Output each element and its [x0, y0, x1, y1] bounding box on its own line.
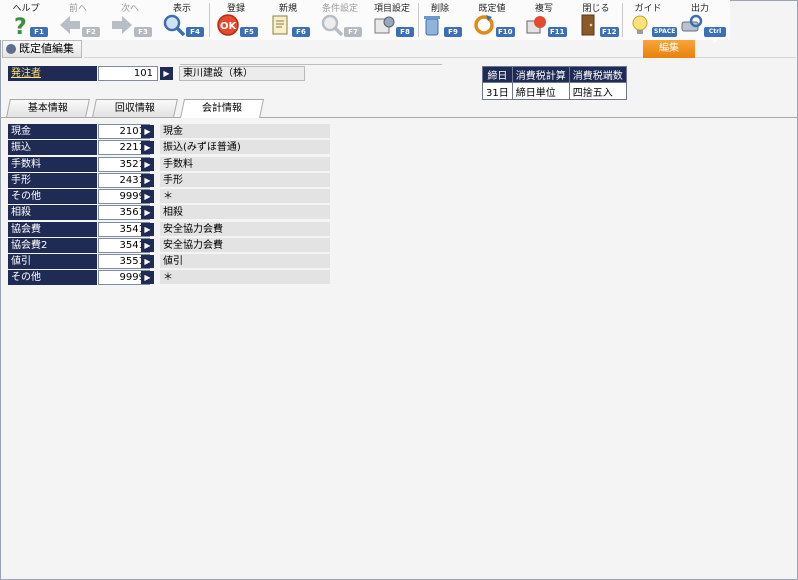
edit-mode-badge[interactable]: 編集 [643, 40, 695, 58]
view-fkey: F4 [186, 27, 204, 37]
svg-text:OK: OK [220, 21, 238, 32]
account-label: 現金 [8, 124, 97, 139]
close-button[interactable]: 閉じる F12 [570, 0, 622, 40]
register-fkey: F5 [240, 27, 258, 37]
magnifier-icon [163, 14, 186, 37]
tab-collection-info-label: 回収情報 [114, 103, 155, 114]
default-button[interactable]: 既定値 F10 [466, 0, 518, 40]
lightbulb-icon [632, 15, 648, 34]
account-label: 値引 [8, 254, 97, 270]
output-button[interactable]: 出力 Ctrl P [674, 0, 726, 45]
page-title-button[interactable]: 既定値編集 [2, 40, 82, 58]
account-lookup-button[interactable]: ▶ [141, 222, 154, 236]
register-button[interactable]: 登録 OK F5 [210, 0, 262, 40]
supplier-name: 東川建設（株） [179, 66, 305, 81]
guide-button[interactable]: ガイド SPACE [622, 0, 678, 40]
supplier-divider [180, 64, 442, 65]
condition-settings-button[interactable]: 条件設定 F7 [314, 0, 366, 40]
new-button[interactable]: 新規 F6 [262, 0, 314, 40]
account-name: 相殺 [160, 205, 330, 221]
default-fkey: F10 [496, 27, 515, 37]
tab-divider [0, 117, 798, 118]
account-name: ＊ [160, 270, 330, 286]
next-button[interactable]: 次へ F3 [104, 0, 156, 40]
account-name: 手数料 [160, 156, 330, 172]
account-lookup-button[interactable]: ▶ [141, 125, 154, 138]
supplier-lookup-button[interactable]: ▶ [160, 67, 173, 80]
account-label: 手形 [8, 172, 97, 188]
condition-settings-fkey: F7 [344, 27, 362, 37]
view-button[interactable]: 表示 F4 [156, 0, 208, 40]
delete-fkey: F9 [444, 27, 462, 37]
copy-button[interactable]: 複写 F11 [518, 0, 570, 40]
trash-icon [424, 16, 440, 36]
refresh-icon [474, 15, 494, 35]
tax-settings-table: 締日 消費税計算 消費税端数 31日 締日単位 四捨五入 [482, 66, 627, 100]
tab-basic-info-label: 基本情報 [27, 103, 68, 114]
item-settings-fkey: F8 [396, 27, 414, 37]
account-name: 値引 [160, 254, 330, 270]
account-name: 振込(みずほ普通) [160, 140, 330, 156]
account-lookup-button[interactable]: ▶ [141, 206, 154, 220]
tab-basic-info[interactable]: 基本情報 [6, 99, 90, 117]
tax-calc-header: 消費税計算 [511, 66, 570, 83]
arrow-right-icon [112, 16, 132, 34]
tax-rounding-header: 消費税端数 [568, 66, 627, 83]
account-name: ＊ [160, 189, 330, 205]
account-name: 安全協力会費 [160, 237, 330, 253]
tab-collection-info[interactable]: 回収情報 [92, 99, 178, 117]
toolbar: ヘルプ ? F1 前へ F2 次へ F3 表示 F4 登録 OK F5 新規 F… [0, 0, 730, 45]
new-document-icon [272, 15, 288, 35]
closing-day-header: 締日 [482, 66, 513, 83]
prev-button[interactable]: 前へ F2 [52, 0, 104, 40]
door-icon [581, 14, 595, 36]
account-label: 協会費 [8, 221, 97, 237]
account-lookup-button[interactable]: ▶ [141, 238, 154, 252]
account-label: 振込 [8, 140, 97, 156]
closing-day-value: 31日 [482, 82, 513, 100]
account-label: 相殺 [8, 205, 97, 221]
tab-bar: 基本情報 回収情報 会計情報 [0, 99, 798, 118]
account-lookup-button[interactable]: ▶ [141, 271, 154, 285]
account-name: 安全協力会費 [160, 221, 330, 237]
account-lookup-button[interactable]: ▶ [141, 173, 154, 187]
account-label: その他 [8, 189, 97, 205]
tax-rounding-value: 四捨五入 [568, 82, 627, 100]
close-fkey: F12 [600, 27, 619, 37]
page-title: 既定値編集 [19, 42, 74, 55]
tab-accounting-info[interactable]: 会計情報 [179, 99, 265, 118]
printer-icon [681, 14, 703, 32]
column-settings-icon [374, 16, 395, 34]
account-lookup-button[interactable]: ▶ [141, 190, 154, 204]
account-label: 手数料 [8, 156, 97, 172]
next-fkey: F3 [134, 27, 152, 37]
tax-calc-value: 締日単位 [511, 82, 570, 100]
account-lookup-button[interactable]: ▶ [141, 141, 154, 155]
page-title-icon [6, 44, 16, 54]
arrow-left-icon [60, 16, 80, 34]
help-button[interactable]: ヘルプ ? F1 [0, 0, 52, 40]
new-fkey: F6 [292, 27, 310, 37]
help-fkey: F1 [30, 27, 48, 37]
supplier-code-field[interactable]: 101 [98, 66, 158, 81]
copy-fkey: F11 [548, 27, 567, 37]
window-frame [0, 0, 798, 580]
account-name: 現金 [160, 124, 330, 139]
account-name: 手形 [160, 172, 330, 188]
question-icon: ? [14, 15, 27, 37]
ok-icon: OK [217, 14, 239, 36]
tab-accounting-info-label: 会計情報 [202, 103, 242, 114]
account-label: 協会費2 [8, 237, 97, 253]
filter-magnifier-icon [321, 14, 344, 37]
output-fkey: Ctrl P [704, 27, 726, 45]
account-label: その他 [8, 270, 97, 286]
supplier-label-link[interactable]: 発注者 [8, 66, 97, 81]
copy-icon [526, 16, 546, 34]
delete-button[interactable]: 削除 F9 [414, 0, 466, 40]
svg-text:?: ? [14, 15, 27, 37]
item-settings-button[interactable]: 項目設定 F8 [366, 0, 418, 40]
prev-fkey: F2 [82, 27, 100, 37]
account-lookup-button[interactable]: ▶ [141, 157, 154, 171]
account-lookup-button[interactable]: ▶ [141, 255, 154, 269]
